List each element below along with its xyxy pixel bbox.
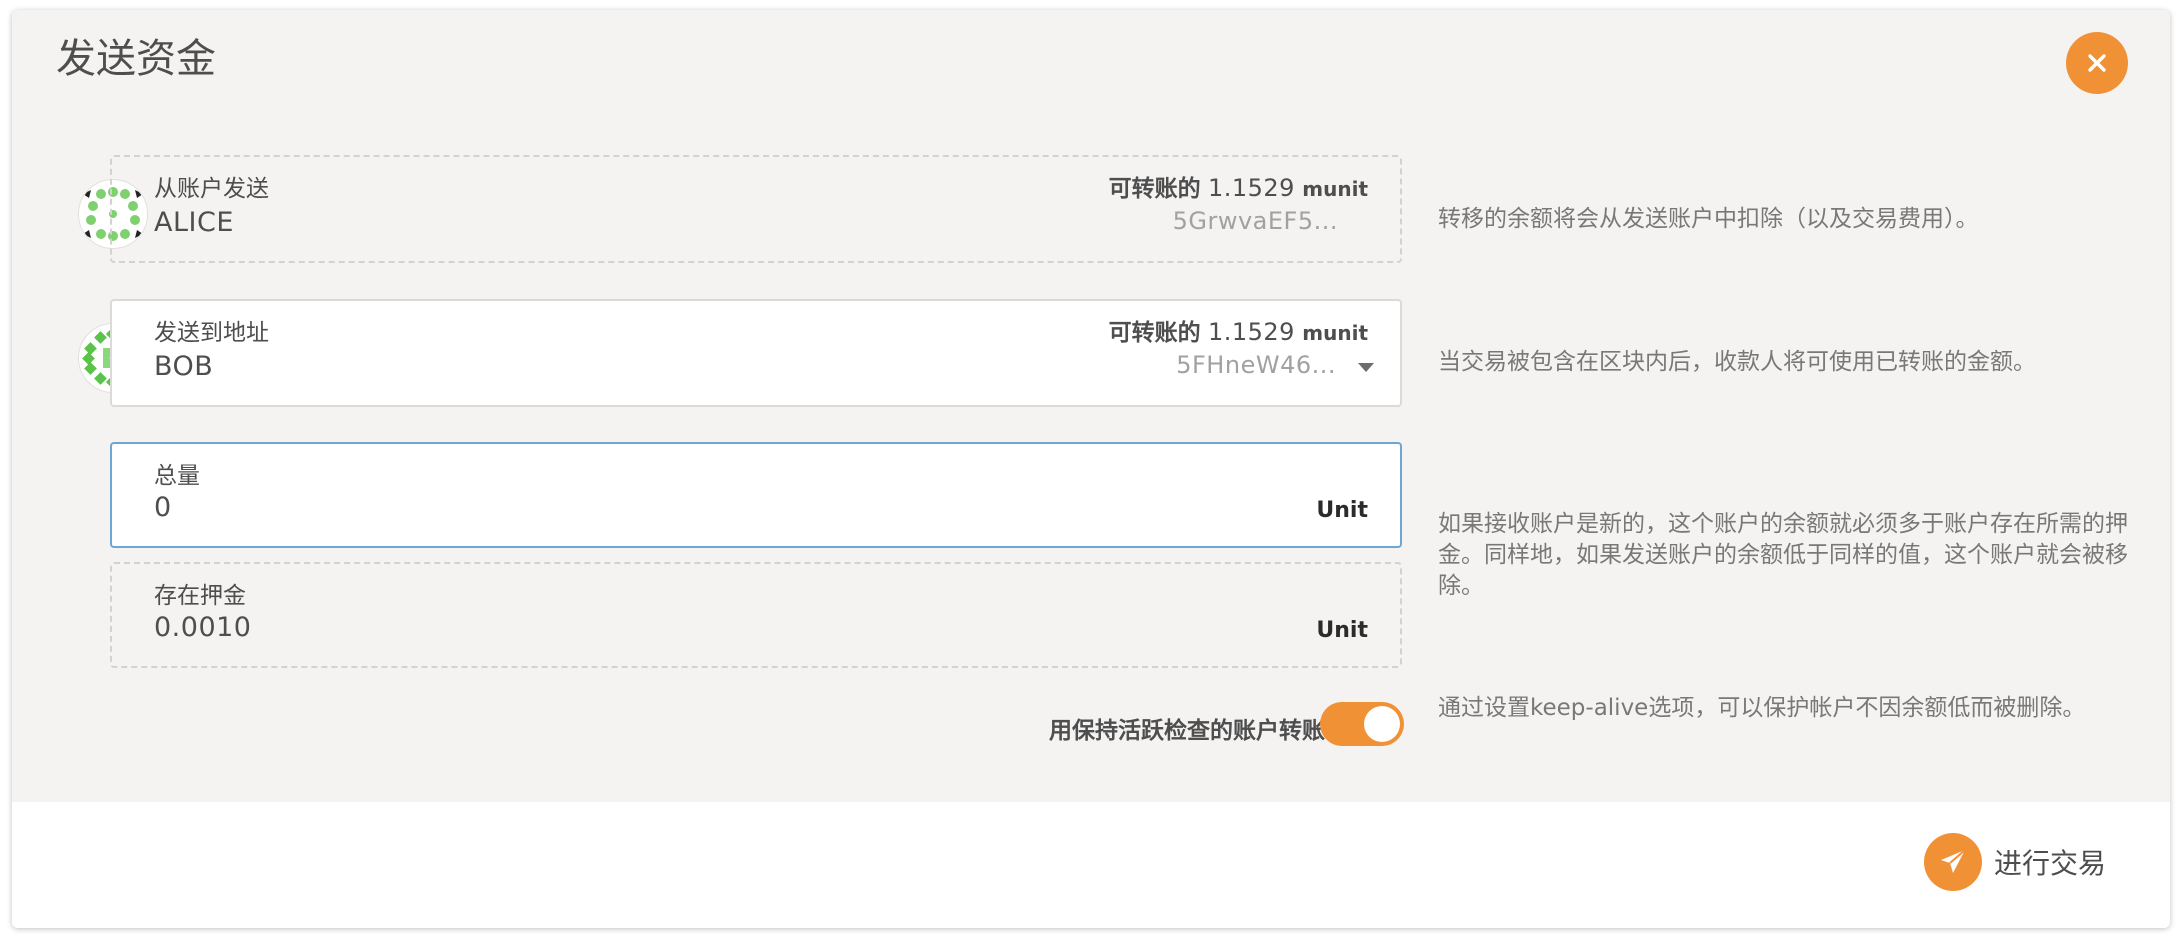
recipient-transferable: 可转账的 1.1529 munit [1108, 318, 1368, 346]
deposit-value: 0.0010 [154, 612, 252, 643]
close-button[interactable] [2066, 32, 2128, 94]
sender-label: 从账户发送 [154, 176, 269, 202]
deposit-label: 存在押金 [154, 583, 246, 609]
deposit-field: 存在押金 0.0010 Unit [110, 562, 1402, 668]
deposit-unit: Unit [1316, 618, 1368, 643]
sender-account-name: ALICE [154, 207, 234, 238]
keep-alive-toggle[interactable] [1320, 702, 1404, 746]
amount-value[interactable]: 0 [154, 492, 172, 523]
sender-address: 5GrwvaEF5... [1172, 207, 1338, 235]
recipient-help-text: 当交易被包含在区块内后，收款人将可使用已转账的金额。 [1438, 349, 2036, 375]
paper-plane-icon [1941, 849, 1966, 873]
recipient-select[interactable]: 发送到地址 BOB 可转账的 1.1529 munit 5FHneW46... [110, 299, 1402, 407]
amount-label: 总量 [154, 463, 200, 489]
modal-title: 发送资金 [56, 36, 216, 82]
recipient-label: 发送到地址 [154, 320, 269, 346]
sender-help-text: 转移的余额将会从发送账户中扣除（以及交易费用）。 [1438, 206, 1979, 232]
keep-alive-help-text: 通过设置keep-alive选项，可以保护帐户不因余额低而被删除。 [1438, 695, 2086, 721]
toggle-knob [1364, 706, 1400, 742]
send-funds-modal: 发送资金 从账户发送 ALICE 可转账的 1.1529 munit 5Grwv… [12, 10, 2170, 928]
modal-footer: 进行交易 [12, 802, 2170, 928]
chevron-down-icon[interactable] [1358, 363, 1374, 372]
recipient-address: 5FHneW46... [1176, 351, 1336, 379]
submit-label: 进行交易 [1994, 847, 2107, 880]
submit-icon-circle [1924, 833, 1982, 891]
amount-unit-selector[interactable]: Unit [1316, 498, 1368, 523]
sender-transferable: 可转账的 1.1529 munit [1108, 174, 1368, 202]
keep-alive-label: 用保持活跃检查的账户转账 [1049, 718, 1325, 744]
close-icon [2088, 54, 2106, 72]
sender-account-field: 从账户发送 ALICE 可转账的 1.1529 munit 5GrwvaEF5.… [110, 155, 1402, 263]
submit-transaction-button[interactable]: 进行交易 [1924, 832, 2106, 892]
amount-input[interactable]: 总量 0 Unit [110, 442, 1402, 548]
deposit-help-text: 如果接收账户是新的，这个账户的余额就必须多于账户存在所需的押金。同样地，如果发送… [1438, 511, 2128, 599]
recipient-account-name: BOB [154, 351, 214, 382]
